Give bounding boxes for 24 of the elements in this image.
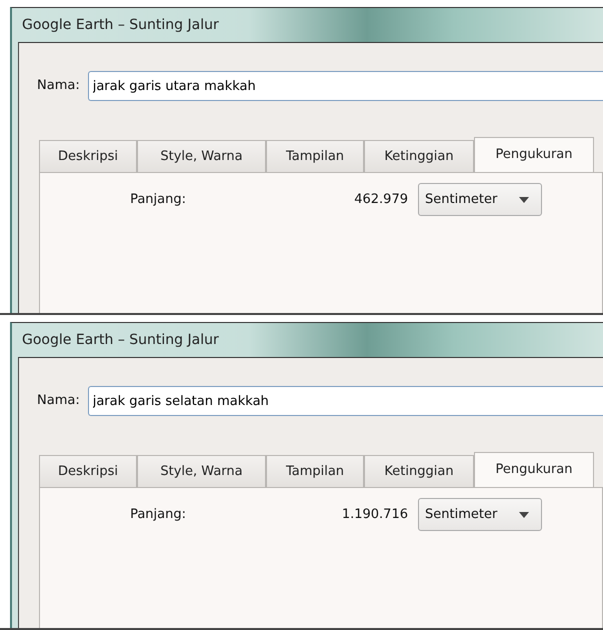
tab[interactable]: Tampilan (266, 140, 364, 172)
length-value: 1.190.716 (340, 506, 408, 524)
window-title: Google Earth – Sunting Jalur (22, 330, 219, 350)
tab[interactable]: Ketinggian (364, 140, 474, 172)
tab[interactable]: Pengukuran (474, 137, 594, 172)
unit-dropdown[interactable]: Sentimeter (418, 498, 542, 531)
length-label: Panjang: (129, 506, 186, 524)
name-label: Nama: (37, 77, 80, 96)
length-label: Panjang: (129, 190, 186, 209)
name-field[interactable]: jarak garis selatan makkah (88, 386, 603, 416)
name-field[interactable]: jarak garis utara makkah (88, 71, 603, 101)
tab[interactable]: Ketinggian (364, 455, 474, 487)
name-label: Nama: (37, 392, 80, 410)
tab[interactable]: Deskripsi (39, 140, 137, 172)
tab[interactable]: Deskripsi (39, 455, 137, 487)
unit-dropdown[interactable]: Sentimeter (418, 183, 542, 216)
tab[interactable]: Style, Warna (137, 140, 266, 172)
window-title: Google Earth – Sunting Jalur (22, 16, 219, 34)
tab[interactable]: Tampilan (266, 455, 364, 487)
tab[interactable]: Pengukuran (474, 452, 594, 487)
tab[interactable]: Style, Warna (137, 455, 266, 487)
caret-icon (519, 196, 529, 202)
length-value: 462.979 (353, 190, 408, 209)
caret-icon (519, 512, 529, 518)
